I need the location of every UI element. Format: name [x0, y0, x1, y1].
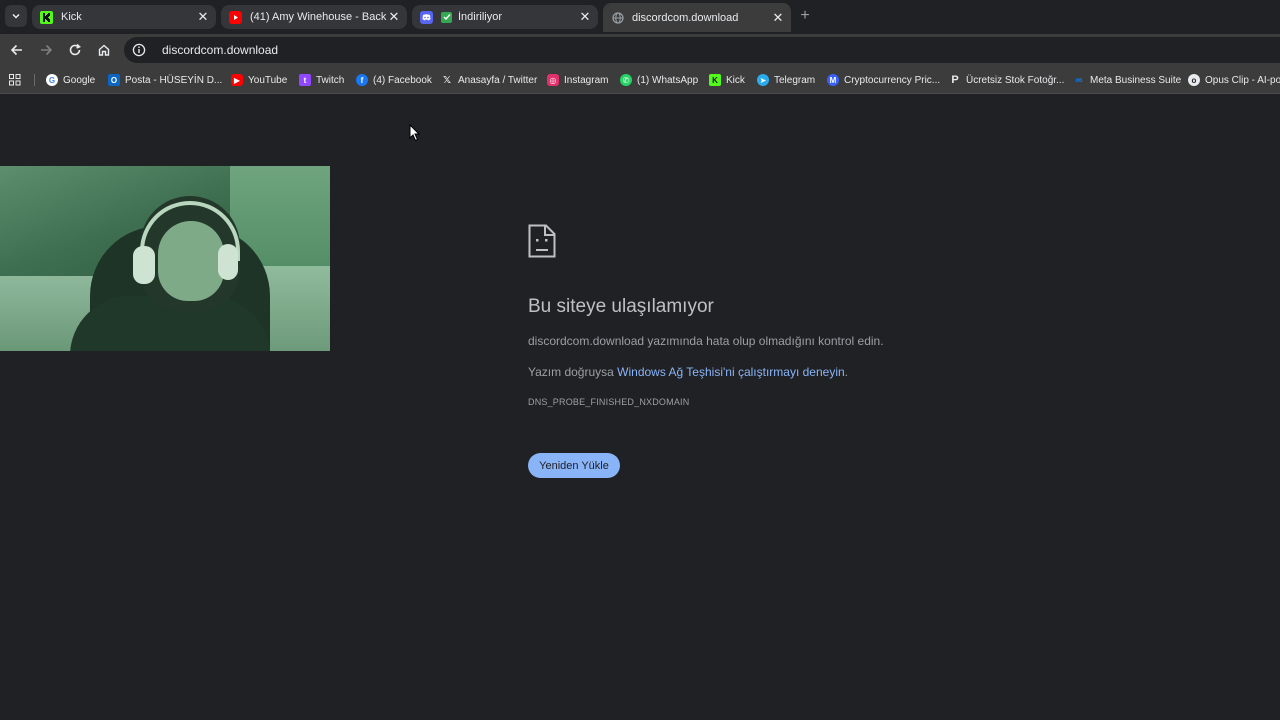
- bookmark-google[interactable]: G Google: [46, 72, 95, 88]
- mouse-cursor-icon: [409, 124, 421, 142]
- error-title: Bu siteye ulaşılamıyor: [528, 296, 714, 317]
- tab-title: İndiriliyor: [458, 11, 503, 23]
- bookmark-label: (4) Facebook: [373, 74, 432, 86]
- bookmark-twitter[interactable]: 𝕏 Anasayfa / Twitter: [441, 72, 537, 88]
- home-icon: [98, 44, 110, 56]
- tab-kick[interactable]: Kick ✕: [32, 5, 216, 29]
- chevron-down-icon: [12, 13, 20, 19]
- meta-icon: ∞: [1075, 74, 1083, 86]
- bookmark-label: Kick: [726, 74, 745, 86]
- twitch-icon: t: [299, 74, 311, 86]
- discord-icon: [420, 10, 433, 24]
- bookmark-meta-business[interactable]: ∞ Meta Business Suite: [1073, 72, 1181, 88]
- toolbar: discordcom.download: [0, 34, 1280, 66]
- facebook-icon: f: [356, 74, 368, 86]
- instagram-icon: ◎: [547, 74, 559, 86]
- bookmark-opus-clip[interactable]: o Opus Clip - AI-po: [1188, 72, 1280, 88]
- bookmark-label: Google: [63, 74, 96, 86]
- webcam-overlay: [0, 166, 330, 351]
- mail-icon: O: [108, 74, 120, 86]
- tab-title: discordcom.download: [632, 11, 739, 24]
- bookmark-label: Twitch: [316, 74, 345, 86]
- forward-button[interactable]: [36, 40, 56, 60]
- kick-icon: K: [709, 74, 721, 86]
- error-suggestion: Yazım doğruysa Windows Ağ Teşhisi'ni çal…: [528, 365, 848, 379]
- close-icon[interactable]: ✕: [771, 10, 785, 25]
- address-bar[interactable]: discordcom.download: [124, 37, 1280, 63]
- whatsapp-icon: ✆: [620, 74, 632, 86]
- close-icon[interactable]: ✕: [196, 10, 210, 24]
- close-icon[interactable]: ✕: [578, 10, 592, 24]
- bookmark-youtube[interactable]: ▶ YouTube: [231, 72, 287, 88]
- info-icon[interactable]: [132, 43, 146, 57]
- bookmark-telegram[interactable]: ➤ Telegram: [757, 72, 815, 88]
- bookmark-coinmarketcap[interactable]: M Cryptocurrency Pric...: [827, 72, 940, 88]
- error-description: discordcom.download yazımında hata olup …: [528, 334, 884, 348]
- bookmark-label: (1) WhatsApp: [637, 74, 699, 86]
- pexels-icon: P: [951, 74, 959, 86]
- opus-icon: o: [1188, 74, 1200, 86]
- bookmark-label: Meta Business Suite: [1090, 74, 1182, 86]
- bookmark-label: Instagram: [564, 74, 609, 86]
- bookmark-label: Anasayfa / Twitter: [458, 74, 538, 86]
- x-icon: 𝕏: [442, 74, 452, 86]
- arrow-left-icon: [10, 44, 22, 56]
- bookmark-pexels[interactable]: P Ücretsiz Stok Fotoğr...: [949, 72, 1064, 88]
- home-button[interactable]: [94, 40, 114, 60]
- bookmark-label: Opus Clip - AI-po: [1205, 74, 1280, 86]
- back-button[interactable]: [7, 40, 27, 60]
- telegram-icon: ➤: [757, 74, 769, 86]
- reload-icon: [69, 43, 81, 56]
- kick-icon: [40, 10, 53, 24]
- close-icon[interactable]: ✕: [387, 10, 401, 24]
- url-text[interactable]: discordcom.download: [162, 43, 278, 57]
- tab-title: (41) Amy Winehouse - Back To: [250, 11, 387, 23]
- bookmarks-divider: [34, 74, 35, 86]
- apps-grid-icon: [9, 74, 21, 86]
- youtube-icon: [229, 10, 242, 24]
- coinmarketcap-icon: M: [827, 74, 839, 86]
- globe-icon: [611, 11, 624, 24]
- network-diagnostics-link[interactable]: Windows Ağ Teşhisi'ni çalıştırmayı deney…: [617, 365, 845, 379]
- suggestion-suffix: .: [844, 365, 849, 379]
- apps-button[interactable]: [9, 72, 21, 88]
- bookmark-facebook[interactable]: f (4) Facebook: [356, 72, 432, 88]
- error-panel: Bu siteye ulaşılamıyor discordcom.downlo…: [528, 224, 1148, 478]
- check-icon: [441, 11, 452, 23]
- tab-youtube[interactable]: (41) Amy Winehouse - Back To ✕: [221, 5, 407, 29]
- tab-title: Kick: [61, 11, 82, 23]
- sad-page-icon: [528, 224, 556, 258]
- suggestion-prefix: Yazım doğruysa: [528, 365, 618, 379]
- bookmark-twitch[interactable]: t Twitch: [299, 72, 344, 88]
- tab-discordcom-download[interactable]: discordcom.download ✕: [603, 3, 791, 32]
- bookmark-posta[interactable]: O Posta - HÜSEYİN D...: [108, 72, 222, 88]
- bookmark-instagram[interactable]: ◎ Instagram: [547, 72, 608, 88]
- tab-strip: Kick ✕ (41) Amy Winehouse - Back To ✕ İn…: [0, 0, 1280, 34]
- reload-button[interactable]: [65, 40, 85, 60]
- arrow-right-icon: [41, 44, 53, 56]
- youtube-icon: ▶: [231, 74, 243, 86]
- bookmark-whatsapp[interactable]: ✆ (1) WhatsApp: [620, 72, 698, 88]
- bookmark-kick[interactable]: K Kick: [709, 72, 745, 88]
- reload-page-button[interactable]: Yeniden Yükle: [528, 453, 620, 478]
- bookmark-label: Cryptocurrency Pric...: [844, 74, 941, 86]
- error-code: DNS_PROBE_FINISHED_NXDOMAIN: [528, 397, 690, 407]
- browser-window: Kick ✕ (41) Amy Winehouse - Back To ✕ İn…: [0, 0, 1280, 720]
- tab-search-button[interactable]: [5, 5, 27, 27]
- tab-discord[interactable]: İndiriliyor ✕: [412, 5, 598, 29]
- bookmarks-bar: G Google O Posta - HÜSEYİN D... ▶ YouTub…: [0, 66, 1280, 94]
- bookmark-label: Telegram: [774, 74, 816, 86]
- bookmark-label: YouTube: [248, 74, 288, 86]
- new-tab-button[interactable]: +: [797, 7, 813, 25]
- bookmark-label: Posta - HÜSEYİN D...: [125, 74, 223, 86]
- google-icon: G: [46, 74, 58, 86]
- bookmark-label: Ücretsiz Stok Fotoğr...: [966, 74, 1065, 86]
